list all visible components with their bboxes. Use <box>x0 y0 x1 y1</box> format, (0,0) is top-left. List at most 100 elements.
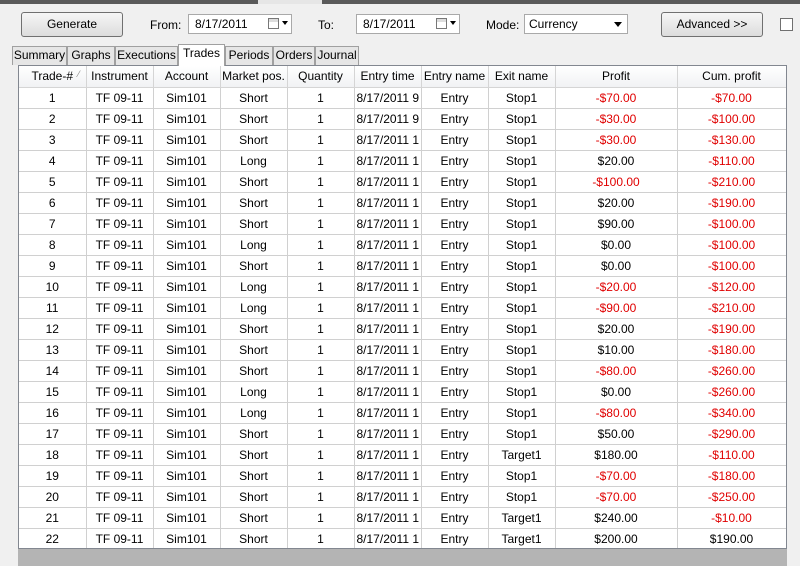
cell-trade-number: 22 <box>19 528 87 548</box>
cell-market-position: Long <box>220 234 288 256</box>
generate-button[interactable]: Generate <box>21 12 123 37</box>
cell-exit-name: Stop1 <box>488 108 556 130</box>
cell-profit: -$70.00 <box>555 465 678 487</box>
from-date-picker[interactable]: 8/17/2011 <box>188 14 292 34</box>
cell-cum-profit: -$250.00 <box>677 486 786 508</box>
table-row[interactable]: 1 TF 09-11 Sim101 Short 1 8/17/2011 9 Entry Sto… <box>19 87 786 109</box>
cell-cum-profit: -$10.00 <box>677 507 786 529</box>
cell-account: Sim101 <box>153 528 221 548</box>
cell-exit-name: Stop1 <box>488 276 556 298</box>
table-row[interactable]: 9 TF 09-11 Sim101 Short 1 8/17/2011 1 Entry Sto… <box>19 255 786 277</box>
cell-profit: -$30.00 <box>555 108 678 130</box>
column-header-quantity[interactable]: Quantity <box>287 66 355 88</box>
table-row[interactable]: 7 TF 09-11 Sim101 Short 1 8/17/2011 1 Entry Sto… <box>19 213 786 235</box>
cell-market-position: Long <box>220 381 288 403</box>
cell-market-position: Short <box>220 486 288 508</box>
cell-entry-time: 8/17/2011 1 <box>354 402 422 424</box>
table-row[interactable]: 21 TF 09-11 Sim101 Short 1 8/17/2011 1 Entry Ta… <box>19 507 786 529</box>
cell-instrument: TF 09-11 <box>86 528 154 548</box>
tab-journal[interactable]: Journal <box>315 46 359 65</box>
table-row[interactable]: 22 TF 09-11 Sim101 Short 1 8/17/2011 1 Entry Ta… <box>19 528 786 548</box>
cell-trade-number: 9 <box>19 255 87 277</box>
chevron-down-icon[interactable] <box>282 21 288 25</box>
table-row[interactable]: 2 TF 09-11 Sim101 Short 1 8/17/2011 9 Entry Sto… <box>19 108 786 130</box>
column-header-profit[interactable]: Profit <box>555 66 678 88</box>
cell-quantity: 1 <box>287 507 355 529</box>
option-checkbox[interactable] <box>780 18 793 31</box>
cell-instrument: TF 09-11 <box>86 318 154 340</box>
cell-cum-profit: -$120.00 <box>677 276 786 298</box>
column-header-trade-number[interactable]: Trade-# ⁄ <box>19 66 87 88</box>
cell-account: Sim101 <box>153 507 221 529</box>
table-row[interactable]: 16 TF 09-11 Sim101 Long 1 8/17/2011 1 Entry Sto… <box>19 402 786 424</box>
column-header-market-position[interactable]: Market pos. <box>220 66 288 88</box>
column-header-account[interactable]: Account <box>153 66 221 88</box>
chevron-down-icon[interactable] <box>450 21 456 25</box>
cell-entry-name: Entry <box>421 213 489 235</box>
advanced-button[interactable]: Advanced >> <box>661 12 763 37</box>
cell-market-position: Short <box>220 129 288 151</box>
cell-market-position: Short <box>220 87 288 109</box>
cell-exit-name: Stop1 <box>488 171 556 193</box>
tab-executions[interactable]: Executions <box>115 46 178 65</box>
cell-profit: $20.00 <box>555 318 678 340</box>
cell-instrument: TF 09-11 <box>86 486 154 508</box>
cell-entry-name: Entry <box>421 507 489 529</box>
tab-trades[interactable]: Trades <box>178 44 225 66</box>
table-row[interactable]: 14 TF 09-11 Sim101 Short 1 8/17/2011 1 Entry St… <box>19 360 786 382</box>
table-row[interactable]: 4 TF 09-11 Sim101 Long 1 8/17/2011 1 Entry Stop… <box>19 150 786 172</box>
cell-cum-profit: -$180.00 <box>677 339 786 361</box>
cell-entry-time: 8/17/2011 1 <box>354 318 422 340</box>
column-header-entry-time[interactable]: Entry time <box>354 66 422 88</box>
column-header-cum-profit[interactable]: Cum. profit <box>677 66 786 88</box>
calendar-icon[interactable] <box>268 18 279 29</box>
cell-instrument: TF 09-11 <box>86 465 154 487</box>
table-row[interactable]: 18 TF 09-11 Sim101 Short 1 8/17/2011 1 Entry Ta… <box>19 444 786 466</box>
mode-value: Currency <box>529 17 578 31</box>
from-date-value: 8/17/2011 <box>195 17 248 31</box>
cell-entry-time: 8/17/2011 1 <box>354 465 422 487</box>
cell-trade-number: 17 <box>19 423 87 445</box>
column-header-exit-name[interactable]: Exit name <box>488 66 556 88</box>
table-row[interactable]: 17 TF 09-11 Sim101 Short 1 8/17/2011 1 Entry St… <box>19 423 786 445</box>
calendar-icon[interactable] <box>436 18 447 29</box>
mode-select[interactable]: Currency <box>524 14 628 34</box>
table-row[interactable]: 6 TF 09-11 Sim101 Short 1 8/17/2011 1 Entry Sto… <box>19 192 786 214</box>
cell-profit: -$80.00 <box>555 360 678 382</box>
cell-entry-name: Entry <box>421 129 489 151</box>
cell-profit: $20.00 <box>555 192 678 214</box>
table-row[interactable]: 11 TF 09-11 Sim101 Long 1 8/17/2011 1 Entry Sto… <box>19 297 786 319</box>
table-row[interactable]: 19 TF 09-11 Sim101 Short 1 8/17/2011 1 Entry St… <box>19 465 786 487</box>
cell-profit: $0.00 <box>555 381 678 403</box>
tab-periods[interactable]: Periods <box>225 46 273 65</box>
cell-market-position: Short <box>220 528 288 548</box>
tab-graphs[interactable]: Graphs <box>67 46 115 65</box>
cell-profit: -$80.00 <box>555 402 678 424</box>
table-row[interactable]: 5 TF 09-11 Sim101 Short 1 8/17/2011 1 Entry Sto… <box>19 171 786 193</box>
cell-trade-number: 2 <box>19 108 87 130</box>
cell-exit-name: Stop1 <box>488 297 556 319</box>
cell-market-position: Long <box>220 276 288 298</box>
cell-trade-number: 14 <box>19 360 87 382</box>
grid-footer <box>18 549 787 566</box>
tab-summary[interactable]: Summary <box>12 46 67 65</box>
tab-orders[interactable]: Orders <box>273 46 315 65</box>
table-row[interactable]: 12 TF 09-11 Sim101 Short 1 8/17/2011 1 Entry St… <box>19 318 786 340</box>
cell-entry-name: Entry <box>421 150 489 172</box>
table-row[interactable]: 20 TF 09-11 Sim101 Short 1 8/17/2011 1 Entry St… <box>19 486 786 508</box>
column-header-instrument[interactable]: Instrument <box>86 66 154 88</box>
cell-profit: -$30.00 <box>555 129 678 151</box>
cell-quantity: 1 <box>287 444 355 466</box>
cell-entry-time: 8/17/2011 1 <box>354 255 422 277</box>
table-row[interactable]: 10 TF 09-11 Sim101 Long 1 8/17/2011 1 Entry Sto… <box>19 276 786 298</box>
cell-profit: $0.00 <box>555 234 678 256</box>
table-row[interactable]: 13 TF 09-11 Sim101 Short 1 8/17/2011 1 Entry St… <box>19 339 786 361</box>
to-date-picker[interactable]: 8/17/2011 <box>356 14 460 34</box>
table-row[interactable]: 15 TF 09-11 Sim101 Long 1 8/17/2011 1 Entry Sto… <box>19 381 786 403</box>
table-row[interactable]: 3 TF 09-11 Sim101 Short 1 8/17/2011 1 Entry Sto… <box>19 129 786 151</box>
cell-entry-time: 8/17/2011 1 <box>354 213 422 235</box>
chevron-down-icon[interactable] <box>614 22 622 27</box>
cell-instrument: TF 09-11 <box>86 507 154 529</box>
table-row[interactable]: 8 TF 09-11 Sim101 Long 1 8/17/2011 1 Entry Stop… <box>19 234 786 256</box>
column-header-entry-name[interactable]: Entry name <box>421 66 489 88</box>
